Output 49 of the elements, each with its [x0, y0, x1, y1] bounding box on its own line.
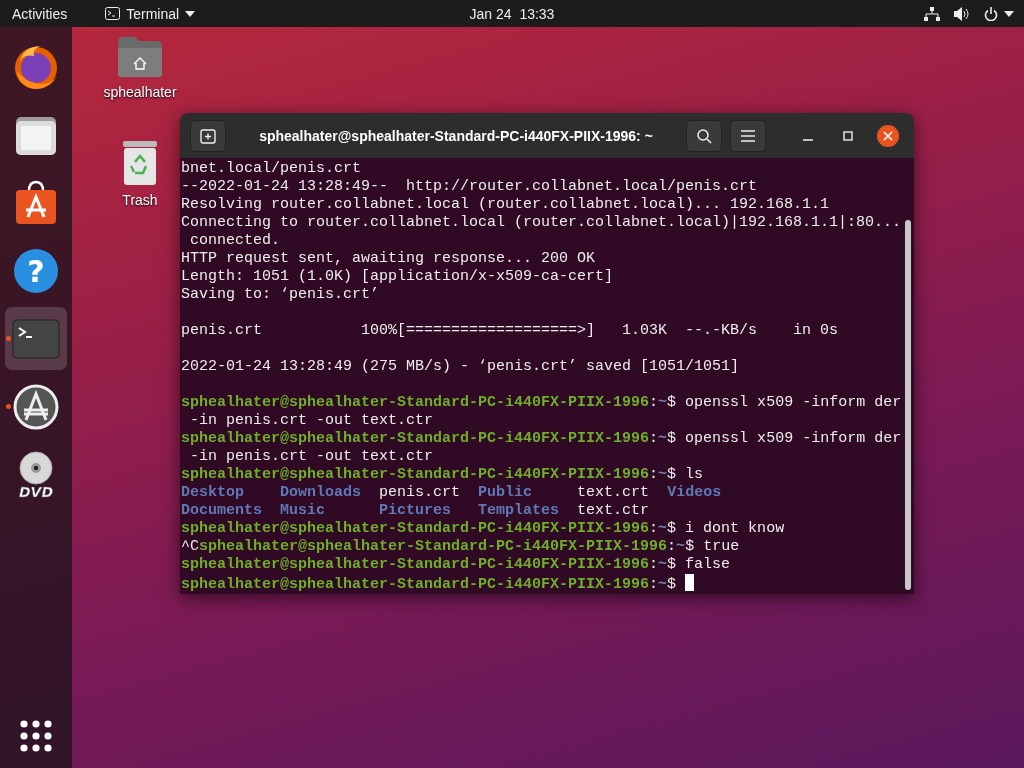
close-icon [883, 130, 893, 141]
terminal-icon [105, 7, 121, 20]
scrollbar[interactable] [905, 220, 911, 590]
terminal-line: Documents Music Pictures Templates text.ctr [181, 502, 651, 520]
power-icon[interactable] [984, 6, 998, 21]
terminal-icon[interactable] [12, 318, 60, 359]
terminal-line: 2022-01-24 13:28:49 (275 MB/s) - ‘penis.crt’ saved [1051/1051] [181, 358, 741, 376]
terminal-line: Connecting to router.collabnet.local (router.collabnet.local)|192.168.1.1|:80... [181, 214, 903, 232]
network-icon[interactable] [924, 6, 940, 21]
terminal-line: sphealhater@sphealhater-Standard-PC-i440FX-PIIX-1996:~$ openssl x509 -inform der [181, 394, 903, 412]
menu-button[interactable] [730, 119, 766, 152]
dock-item[interactable]: DVD [5, 443, 67, 506]
terminal-line: sphealhater@sphealhater-Standard-PC-i440FX-PIIX-1996:~$ i dont know [181, 520, 786, 538]
app-grid-icon[interactable] [20, 720, 52, 752]
activities-button[interactable]: Activities [12, 5, 68, 22]
desktop-icon-label[interactable]: sphealhater [103, 84, 177, 100]
terminal-line: Resolving router.collabnet.local (router.collabnet.local)... 192.168.1.1 [181, 196, 831, 214]
plus-icon [200, 127, 216, 144]
terminal-line: Length: 1051 (1.0K) [application/x-x509-ca-cert] [181, 268, 615, 286]
terminal-line: Desktop Downloads penis.crt Public text.crt Videos [181, 484, 723, 502]
caret-icon[interactable] [1004, 10, 1014, 17]
terminal-line: --2022-01-24 13:28:49-- http://router.collabnet.local/penis.crt [181, 178, 759, 196]
home-folder-icon[interactable] [116, 36, 164, 78]
menu-icon [741, 129, 755, 142]
terminal-line: sphealhater@sphealhater-Standard-PC-i440FX-PIIX-1996:~$ ls [181, 466, 705, 484]
terminal-line: bnet.local/penis.crt [181, 160, 363, 178]
terminal-line: sphealhater@sphealhater-Standard-PC-i440FX-PIIX-1996:~$ false [181, 556, 732, 574]
volume-icon[interactable] [954, 6, 970, 21]
clock[interactable]: Jan 24 13:33 [469, 5, 555, 22]
desktop-icon-label[interactable]: Trash [122, 192, 158, 208]
app-menu[interactable]: Terminal [126, 5, 180, 22]
terminal-line: ^Csphealhater@sphealhater-Standard-PC-i440FX-PIIX-1996:~$ true [181, 538, 741, 556]
search-button[interactable] [686, 119, 722, 152]
search-icon [696, 127, 712, 144]
terminal-line: penis.crt 100%[===================>] 1.03K --.-KB/s in 0s [181, 322, 840, 340]
caret-icon[interactable] [185, 10, 196, 17]
terminal-line: connected. [189, 232, 282, 250]
terminal-line: -in penis.crt -out text.ctr [189, 412, 435, 430]
trash-icon[interactable] [121, 140, 159, 186]
window-title: sphealhater@sphealhater-Standard-PC-i440FX-PIIX-1996: ~ [258, 127, 654, 144]
close-button[interactable] [877, 124, 899, 147]
terminal-line: Saving to: ‘penis.crt’ [181, 286, 381, 304]
terminal-line: sphealhater@sphealhater-Standard-PC-i440FX-PIIX-1996:~$ openssl x509 -inform der [181, 430, 903, 448]
terminal-line: -in penis.crt -out text.ctr [189, 448, 435, 466]
update-icon[interactable] [13, 383, 59, 430]
terminal-line: HTTP request sent, awaiting response... 200 OK [181, 250, 597, 268]
maximize-icon[interactable] [843, 130, 853, 141]
new-tab-button[interactable] [190, 119, 226, 152]
terminal-line: sphealhater@sphealhater-Standard-PC-i440FX-PIIX-1996:~$ [181, 574, 914, 592]
